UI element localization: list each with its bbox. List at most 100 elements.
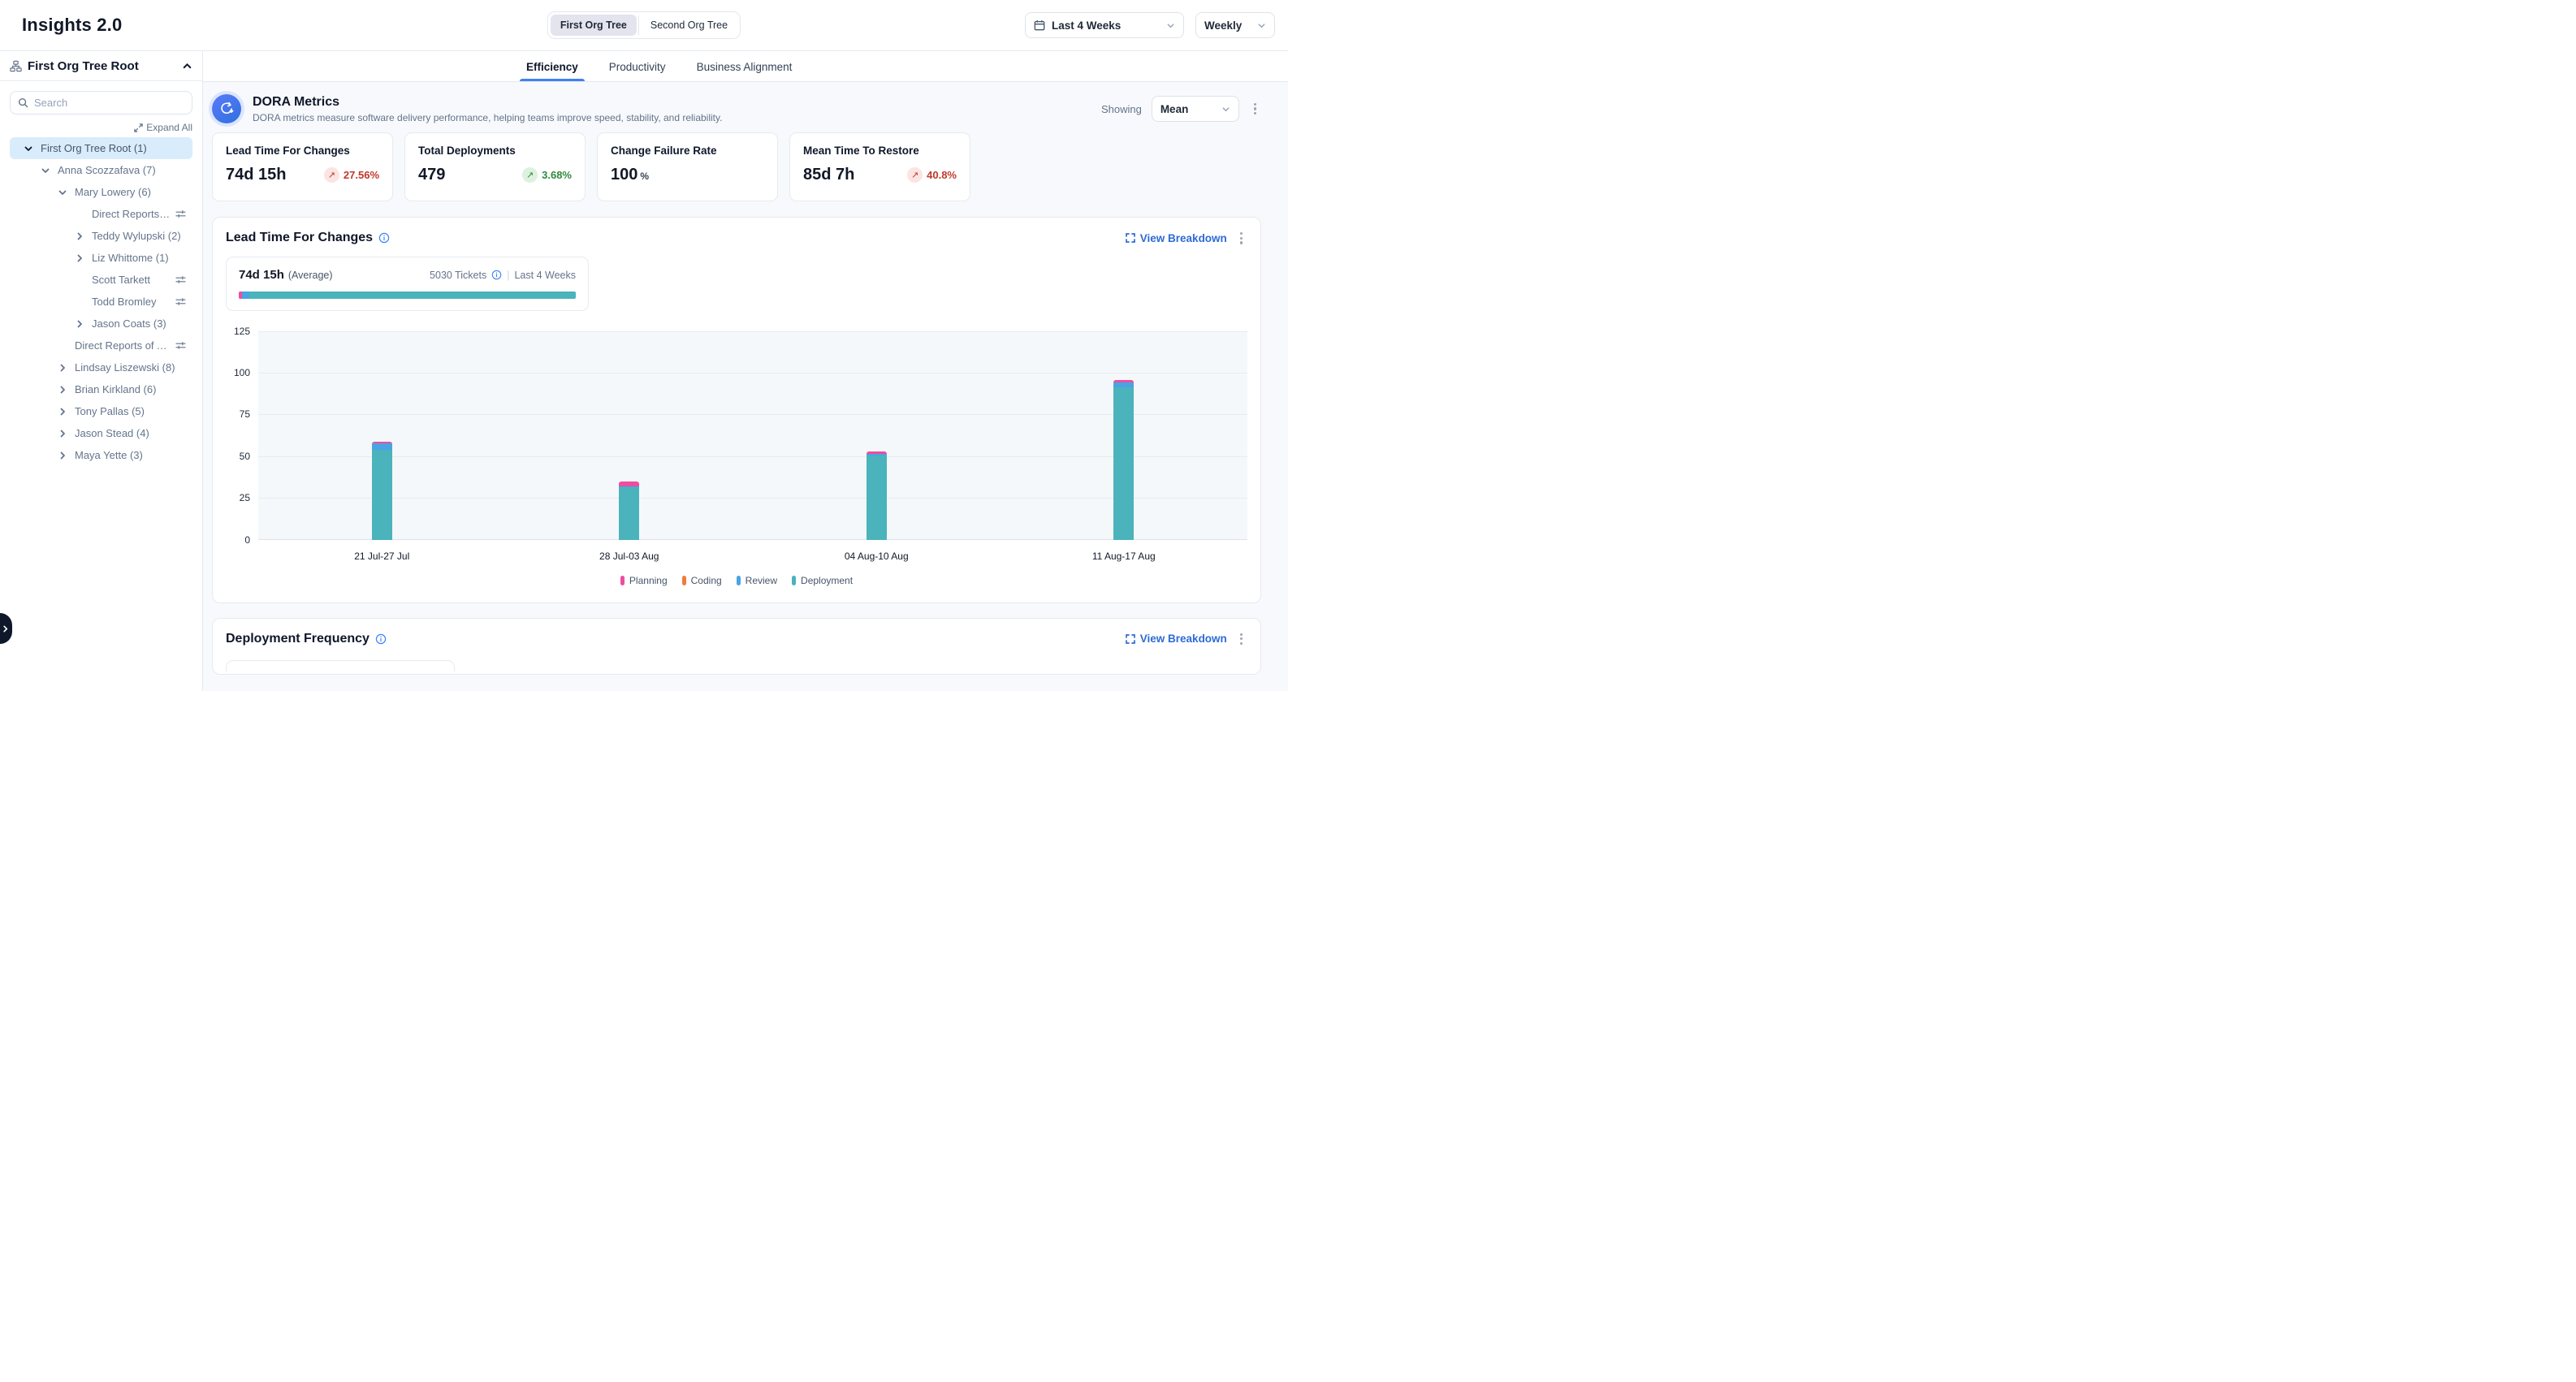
dora-kebab-menu[interactable] bbox=[1249, 100, 1261, 119]
chevron-spacer bbox=[74, 296, 85, 308]
legend-swatch bbox=[737, 576, 741, 585]
y-tick-label: 75 bbox=[240, 408, 250, 420]
chevron-right-icon[interactable] bbox=[57, 428, 68, 439]
date-range-value: Last 4 Weeks bbox=[1052, 19, 1160, 32]
metric-title: Change Failure Rate bbox=[611, 145, 764, 157]
x-tick-label: 04 Aug-10 Aug bbox=[753, 551, 1001, 562]
lead-time-kebab-menu[interactable] bbox=[1235, 229, 1247, 248]
stacked-bar-04-aug-10-aug bbox=[867, 451, 887, 540]
trend-up-arrow-icon: ↗ bbox=[324, 167, 339, 183]
tree-item-liz-whittome[interactable]: Liz Whittome (1) bbox=[10, 247, 192, 269]
org-toggle-option-second-org-tree[interactable]: Second Org Tree bbox=[641, 15, 737, 36]
search-input[interactable] bbox=[34, 97, 184, 109]
tree-item-anna-scozzafava[interactable]: Anna Scozzafava (7) bbox=[10, 159, 192, 181]
chevron-down-icon[interactable] bbox=[40, 165, 51, 176]
chevron-right-icon[interactable] bbox=[74, 231, 85, 242]
legend-item-review[interactable]: Review bbox=[737, 575, 777, 586]
tree-item-scott-tarkett[interactable]: Scott Tarkett bbox=[10, 269, 192, 291]
filter-sliders-icon[interactable] bbox=[175, 340, 186, 351]
date-range-select[interactable]: Last 4 Weeks bbox=[1025, 12, 1184, 38]
tree-item-first-org-tree-root[interactable]: First Org Tree Root (1) bbox=[10, 137, 192, 159]
tab-productivity[interactable]: Productivity bbox=[607, 54, 668, 81]
tree-item-maya-yette[interactable]: Maya Yette (3) bbox=[10, 444, 192, 466]
bar-segment-deployment bbox=[1113, 387, 1134, 540]
chevron-down-icon[interactable] bbox=[23, 143, 34, 154]
filter-sliders-icon[interactable] bbox=[175, 296, 186, 307]
chevron-down-icon[interactable] bbox=[57, 187, 68, 198]
info-icon[interactable] bbox=[491, 270, 502, 280]
tree-item-label: Scott Tarkett bbox=[92, 274, 171, 286]
phase-distribution-bar bbox=[239, 292, 576, 299]
metric-card-mean-time-to-restore: Mean Time To Restore85d 7h↗40.8% bbox=[789, 132, 970, 201]
y-tick-label: 0 bbox=[244, 534, 250, 546]
chevron-right-icon[interactable] bbox=[57, 362, 68, 374]
tree-item-jason-stead[interactable]: Jason Stead (4) bbox=[10, 422, 192, 444]
legend-item-planning[interactable]: Planning bbox=[620, 575, 668, 586]
chevron-right-icon[interactable] bbox=[57, 406, 68, 417]
tree-item-lindsay-liszewski[interactable]: Lindsay Liszewski (8) bbox=[10, 356, 192, 378]
legend-item-coding[interactable]: Coding bbox=[682, 575, 722, 586]
tree-item-tony-pallas[interactable]: Tony Pallas (5) bbox=[10, 400, 192, 422]
trend-badge: ↗40.8% bbox=[907, 167, 957, 183]
legend-label: Review bbox=[746, 575, 777, 586]
aggregation-value: Mean bbox=[1160, 103, 1215, 115]
org-toggle-option-first-org-tree[interactable]: First Org Tree bbox=[551, 15, 637, 36]
lead-time-title: Lead Time For Changes bbox=[226, 231, 373, 245]
info-icon[interactable] bbox=[378, 232, 390, 244]
tree-item-label: Direct Reports ... bbox=[92, 208, 171, 220]
average-label: (Average) bbox=[288, 270, 333, 281]
info-icon[interactable] bbox=[375, 633, 387, 645]
expand-all-button[interactable]: Expand All bbox=[134, 122, 192, 133]
tree-item-direct-reports[interactable]: Direct Reports ... bbox=[10, 203, 192, 225]
filter-sliders-icon[interactable] bbox=[175, 209, 186, 219]
trend-percent: 27.56% bbox=[344, 169, 379, 181]
legend-item-deployment[interactable]: Deployment bbox=[792, 575, 853, 586]
sidebar-header[interactable]: First Org Tree Root bbox=[0, 51, 202, 81]
tree-item-todd-bromley[interactable]: Todd Bromley bbox=[10, 291, 192, 313]
search-box bbox=[10, 91, 192, 114]
bar-segment-deployment bbox=[867, 456, 887, 540]
tree-item-brian-kirkland[interactable]: Brian Kirkland (6) bbox=[10, 378, 192, 400]
chevron-right-icon[interactable] bbox=[74, 318, 85, 330]
tree-item-mary-lowery[interactable]: Mary Lowery (6) bbox=[10, 181, 192, 203]
chevron-spacer bbox=[74, 209, 85, 220]
chart-slot-11-aug-17-aug bbox=[1001, 331, 1248, 540]
expand-all-label: Expand All bbox=[146, 122, 192, 133]
org-tree-sidebar: First Org Tree Root Expand All F bbox=[0, 51, 203, 691]
tree-item-jason-coats[interactable]: Jason Coats (3) bbox=[10, 313, 192, 335]
chevron-right-icon[interactable] bbox=[57, 384, 68, 395]
tab-efficiency[interactable]: Efficiency bbox=[525, 54, 580, 81]
bar-segment-deployment bbox=[619, 487, 639, 539]
view-breakdown-button[interactable]: View Breakdown bbox=[1126, 633, 1227, 645]
deployment-kebab-menu[interactable] bbox=[1235, 630, 1247, 649]
view-breakdown-button[interactable]: View Breakdown bbox=[1126, 232, 1227, 244]
legend-swatch bbox=[792, 576, 796, 585]
metric-card-lead-time-for-changes: Lead Time For Changes74d 15h↗27.56% bbox=[212, 132, 393, 201]
chart-slot-21-jul-27-jul bbox=[258, 331, 506, 540]
sidebar-title: First Org Tree Root bbox=[28, 59, 176, 73]
tree-item-label: Tony Pallas (5) bbox=[75, 405, 186, 417]
tab-business-alignment[interactable]: Business Alignment bbox=[695, 54, 794, 81]
deployment-frequency-title: Deployment Frequency bbox=[226, 632, 370, 646]
tree-item-direct-reports-of-a[interactable]: Direct Reports of A... bbox=[10, 335, 192, 356]
trend-badge: ↗ 27.56% bbox=[324, 167, 379, 183]
distribution-segment-review bbox=[242, 292, 249, 299]
tree-item-teddy-wylupski[interactable]: Teddy Wylupski (2) bbox=[10, 225, 192, 247]
metric-title: Total Deployments bbox=[418, 145, 572, 157]
trend-up-arrow-icon: ↗ bbox=[907, 167, 923, 183]
search-icon bbox=[18, 97, 28, 108]
filter-sliders-icon[interactable] bbox=[175, 274, 186, 285]
tree-item-label: Lindsay Liszewski (8) bbox=[75, 361, 186, 374]
tree-item-label: First Org Tree Root (1) bbox=[41, 142, 186, 154]
metric-value: 100 bbox=[611, 166, 638, 184]
aggregation-select[interactable]: Mean bbox=[1152, 96, 1239, 122]
average-summary-card: 74d 15h (Average) 5030 Tickets | Last 4 … bbox=[226, 257, 589, 311]
stacked-bar-21-jul-27-jul bbox=[372, 442, 392, 539]
granularity-select[interactable]: Weekly bbox=[1195, 12, 1275, 38]
chevron-up-icon[interactable] bbox=[182, 61, 192, 71]
chevron-right-icon[interactable] bbox=[57, 450, 68, 461]
chevron-right-icon[interactable] bbox=[74, 253, 85, 264]
legend-label: Deployment bbox=[801, 575, 853, 586]
app-title: Insights 2.0 bbox=[22, 15, 122, 36]
x-tick-label: 21 Jul-27 Jul bbox=[258, 551, 506, 562]
